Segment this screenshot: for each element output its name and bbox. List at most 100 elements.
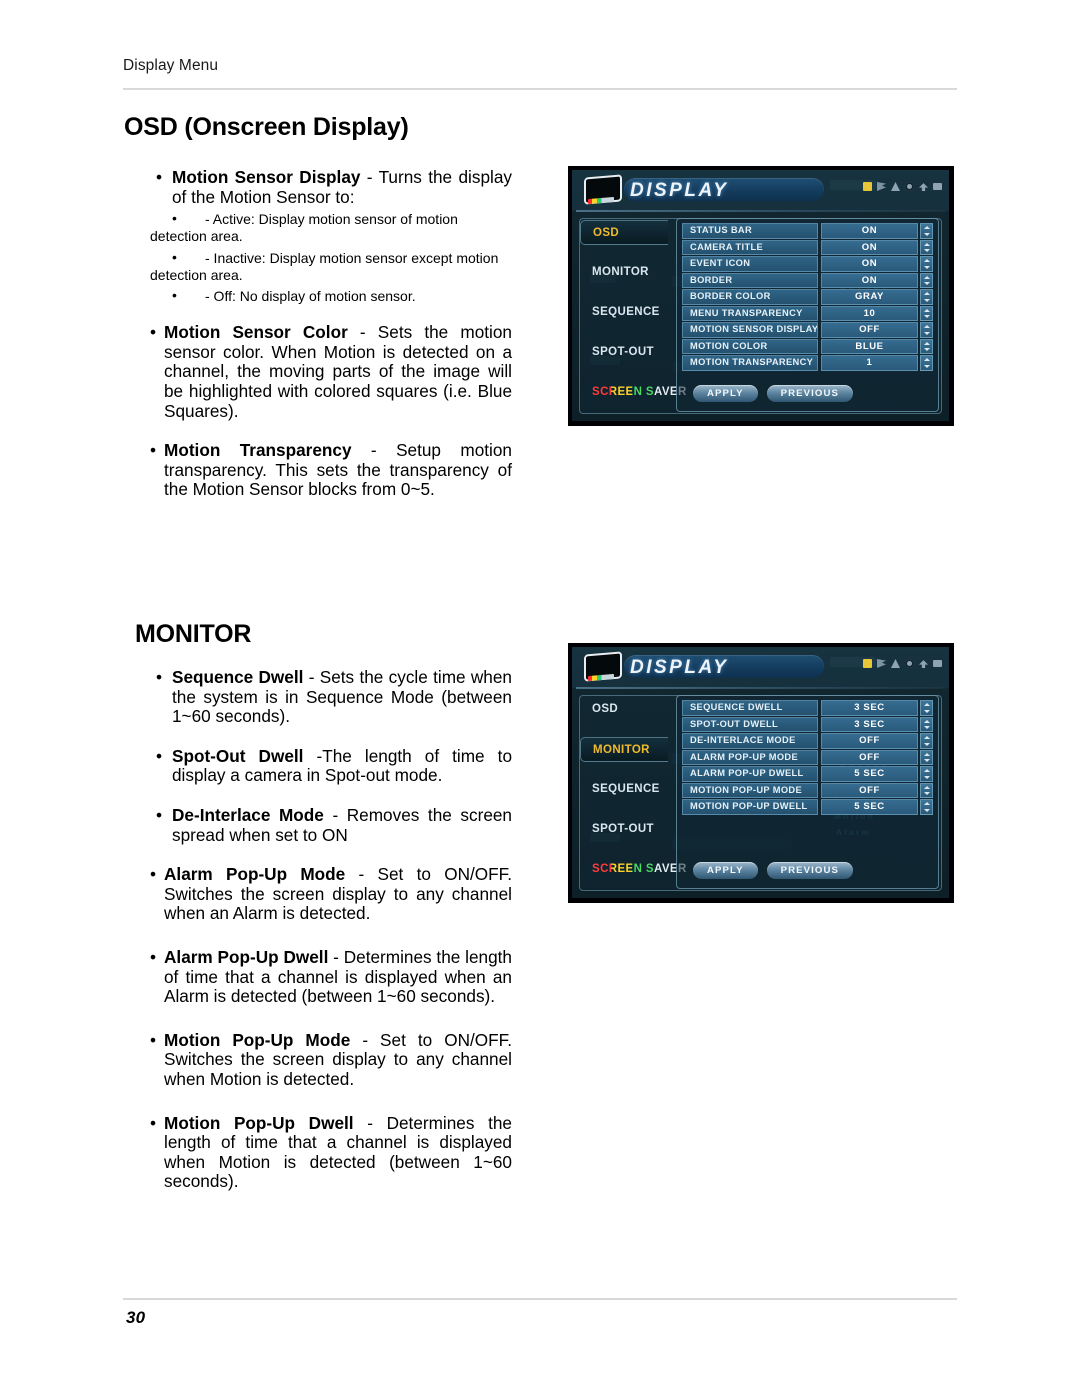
spinner-icon[interactable]	[920, 289, 933, 305]
spinner-icon[interactable]	[920, 272, 933, 288]
spinner-icon[interactable]	[920, 355, 933, 371]
flag-icon	[877, 182, 886, 191]
tab-screen-saver[interactable]: SCREEN SAVER	[580, 857, 686, 882]
spinner-icon[interactable]	[920, 322, 933, 338]
tab-osd[interactable]: OSD	[580, 697, 668, 722]
settings-row[interactable]: CAMERA TITLE ON	[682, 239, 933, 255]
row-value-group[interactable]: GRAY	[821, 289, 933, 305]
dvr-titlebar: DISPLAY	[572, 647, 949, 689]
tab-monitor[interactable]: MONITOR	[580, 260, 668, 285]
apply-button[interactable]: APPLY	[693, 385, 758, 402]
apply-button[interactable]: APPLY	[693, 862, 758, 879]
triangle-icon	[891, 659, 900, 668]
row-value-group[interactable]: BLUE	[821, 338, 933, 354]
settings-row[interactable]: MOTION COLOR BLUE	[682, 338, 933, 354]
spinner-icon[interactable]	[920, 733, 933, 749]
previous-button[interactable]: PREVIOUS	[766, 862, 853, 879]
spinner-icon[interactable]	[920, 782, 933, 798]
row-label: BORDER COLOR	[682, 289, 818, 305]
tab-osd[interactable]: OSD	[580, 220, 668, 245]
spinner-icon[interactable]	[920, 766, 933, 782]
row-value[interactable]: BLUE	[821, 338, 918, 354]
row-value-group[interactable]: 10	[821, 305, 933, 321]
settings-row[interactable]: BORDER ON	[682, 272, 933, 288]
row-value[interactable]: OFF	[821, 749, 918, 765]
gear-icon	[905, 182, 914, 191]
row-value-group[interactable]: ON	[821, 272, 933, 288]
row-value[interactable]: OFF	[821, 782, 918, 798]
row-value-group[interactable]: 5 SEC	[821, 799, 933, 815]
settings-row[interactable]: SEQUENCE DWELL 3 SEC	[682, 700, 933, 716]
settings-row[interactable]: BORDER COLOR GRAY	[682, 289, 933, 305]
settings-row[interactable]: MOTION POP-UP DWELL 5 SEC	[682, 799, 933, 815]
row-label: BORDER	[682, 272, 818, 288]
settings-row[interactable]: MOTION POP-UP MODE OFF	[682, 782, 933, 798]
row-value[interactable]: 3 SEC	[821, 716, 918, 732]
spinner-icon[interactable]	[920, 749, 933, 765]
row-value-group[interactable]: 1	[821, 355, 933, 371]
settings-row[interactable]: ALARM POP-UP MODE OFF	[682, 749, 933, 765]
row-value-group[interactable]: OFF	[821, 733, 933, 749]
spinner-icon[interactable]	[920, 700, 933, 716]
term-label: Motion Sensor Color	[164, 322, 348, 343]
tab-screen-saver[interactable]: SCREEN SAVER	[580, 380, 686, 405]
row-value[interactable]: 5 SEC	[821, 799, 918, 815]
spinner-icon[interactable]	[920, 799, 933, 815]
tab-sequence[interactable]: SEQUENCE	[580, 777, 668, 802]
row-label: ALARM POP-UP MODE	[682, 749, 818, 765]
settings-row[interactable]: EVENT ICON ON	[682, 256, 933, 272]
settings-row[interactable]: ALARM POP-UP DWELL 5 SEC	[682, 766, 933, 782]
row-value-group[interactable]: 3 SEC	[821, 700, 933, 716]
dvr-screenshot-osd: DISPLAY RECORD Pre RECO Timer Motion Ala…	[568, 166, 954, 426]
settings-row[interactable]: MOTION TRANSPARENCY 1	[682, 355, 933, 371]
row-value[interactable]: 5 SEC	[821, 766, 918, 782]
row-value[interactable]: ON	[821, 223, 918, 239]
tab-spot-out[interactable]: SPOT-OUT	[580, 817, 668, 842]
spinner-icon[interactable]	[920, 223, 933, 239]
tab-monitor[interactable]: MONITOR	[580, 737, 668, 762]
settings-row[interactable]: SPOT-OUT DWELL 3 SEC	[682, 716, 933, 732]
monitor-body-column: • Sequence Dwell - Sets the cycle time w…	[150, 667, 512, 1194]
settings-row[interactable]: DE-INTERLACE MODE OFF	[682, 733, 933, 749]
tab-screen-saver-label: SCREEN SAVER	[592, 863, 687, 875]
spinner-icon[interactable]	[920, 305, 933, 321]
row-value-group[interactable]: OFF	[821, 782, 933, 798]
row-value-group[interactable]: OFF	[821, 322, 933, 338]
spinner-icon[interactable]	[920, 716, 933, 732]
row-value[interactable]: ON	[821, 256, 918, 272]
spinner-icon[interactable]	[920, 256, 933, 272]
tab-screen-saver-label: SCREEN SAVER	[592, 386, 687, 398]
box-icon	[933, 660, 942, 667]
settings-row[interactable]: STATUS BAR ON	[682, 223, 933, 239]
settings-row[interactable]: MENU TRANSPARENCY 10	[682, 305, 933, 321]
row-value[interactable]: 1	[821, 355, 918, 371]
row-value[interactable]: 3 SEC	[821, 700, 918, 716]
row-value[interactable]: ON	[821, 272, 918, 288]
row-value-group[interactable]: ON	[821, 256, 933, 272]
dvr-screen: DISPLAY RECORD Pre RECO Timer Motion Ala…	[572, 170, 949, 421]
previous-button[interactable]: PREVIOUS	[766, 385, 853, 402]
titlebar-divider	[576, 687, 945, 689]
tab-sequence[interactable]: SEQUENCE	[580, 300, 668, 325]
tab-spot-out[interactable]: SPOT-OUT	[580, 340, 668, 365]
bullet-dot: •	[150, 322, 157, 343]
row-value[interactable]: GRAY	[821, 289, 918, 305]
row-value[interactable]: OFF	[821, 322, 918, 338]
spinner-icon[interactable]	[920, 338, 933, 354]
row-value-group[interactable]: ON	[821, 239, 933, 255]
row-value[interactable]: ON	[821, 239, 918, 255]
row-value-group[interactable]: ON	[821, 223, 933, 239]
bullet-alarm-popup-mode: • Alarm Pop-Up Mode - Set to ON/OFF. Swi…	[150, 864, 512, 924]
row-value[interactable]: OFF	[821, 733, 918, 749]
term-label: Alarm Pop-Up Dwell	[164, 946, 329, 967]
settings-row[interactable]: MOTION SENSOR DISPLAY OFF	[682, 322, 933, 338]
page-title-osd: OSD (Onscreen Display)	[124, 113, 409, 141]
row-value-group[interactable]: 3 SEC	[821, 716, 933, 732]
bullet-motion-sensor-display: • Motion Sensor Display - Turns the disp…	[150, 167, 512, 207]
row-value-group[interactable]: OFF	[821, 749, 933, 765]
row-value-group[interactable]: 5 SEC	[821, 766, 933, 782]
spinner-icon[interactable]	[920, 239, 933, 255]
row-value[interactable]: 10	[821, 305, 918, 321]
